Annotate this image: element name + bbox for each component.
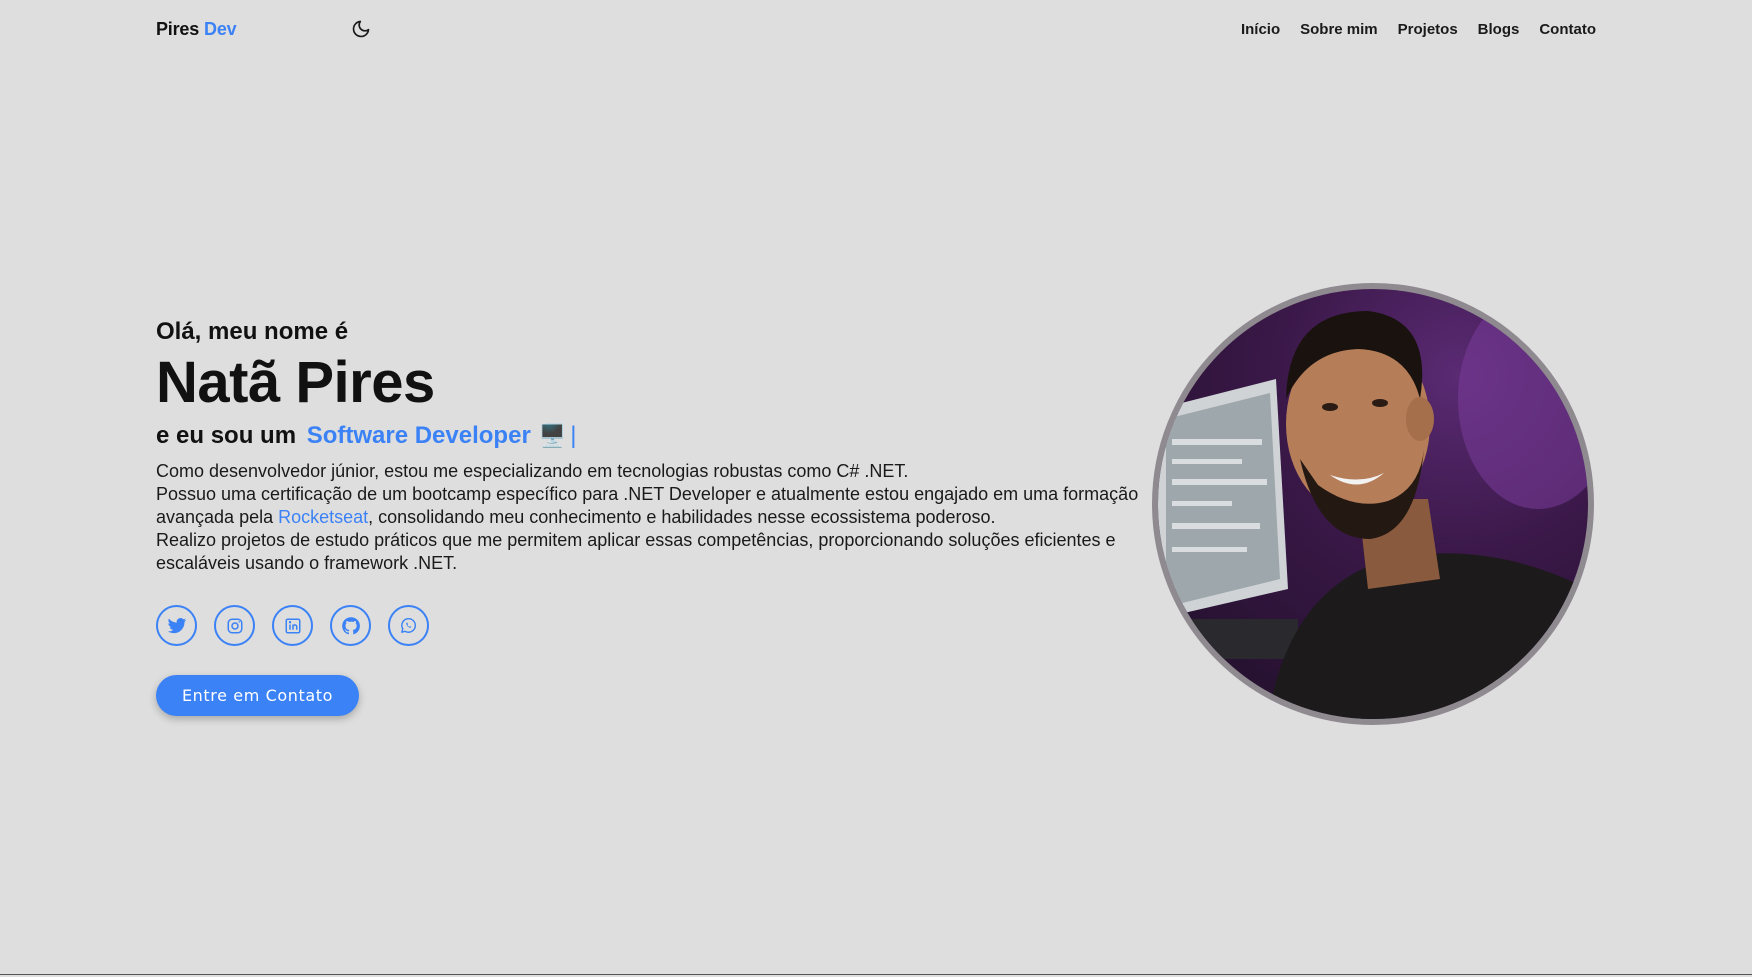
nav-item-blogs[interactable]: Blogs	[1478, 21, 1520, 38]
linkedin-link[interactable]	[272, 605, 313, 646]
typing-cursor: |	[570, 422, 577, 449]
github-link[interactable]	[330, 605, 371, 646]
logo-accent: Dev	[204, 18, 237, 39]
nav-item-sobre-mim[interactable]: Sobre mim	[1300, 21, 1378, 38]
header: Pires Dev Início Sobre mim Projetos Blogs…	[156, 0, 1596, 58]
social-links	[156, 605, 1146, 646]
whatsapp-icon	[401, 618, 416, 633]
description: Como desenvolvedor júnior, estou me espe…	[156, 460, 1146, 575]
hero-intro: Olá, meu nome é Natã Pires e eu sou um S…	[156, 316, 1146, 716]
logo[interactable]: Pires Dev	[156, 18, 237, 40]
page: Pires Dev Início Sobre mim Projetos Blogs…	[0, 0, 1752, 977]
moon-icon	[352, 20, 370, 38]
github-icon	[341, 616, 360, 634]
monitor-icon: 🖥️	[538, 423, 567, 448]
linkedin-icon	[285, 618, 300, 633]
nav-item-contato[interactable]: Contato	[1539, 21, 1596, 38]
description-paragraph-1: Como desenvolvedor júnior, estou me espe…	[156, 461, 909, 481]
theme-toggle-button[interactable]	[348, 16, 374, 42]
instagram-icon	[227, 618, 242, 633]
role-prefix: e eu sou um	[156, 422, 297, 449]
whatsapp-link[interactable]	[388, 605, 429, 646]
rocketseat-link[interactable]: Rocketseat	[278, 507, 368, 527]
nav-item-inicio[interactable]: Início	[1241, 21, 1280, 38]
role-text: Software Developer	[306, 422, 531, 449]
main-nav: Início Sobre mim Projetos Blogs Contato	[1241, 0, 1596, 58]
hero-name: Natã Pires	[156, 350, 435, 415]
instagram-link[interactable]	[214, 605, 255, 646]
role-line: e eu sou um Software Developer 🖥️ |	[156, 418, 1146, 454]
description-paragraph-2: Possuo uma certificação de um bootcamp e…	[156, 483, 1146, 529]
profile-photo	[1152, 283, 1594, 725]
nav-item-projetos[interactable]: Projetos	[1398, 21, 1458, 38]
greeting: Olá, meu nome é	[156, 318, 349, 345]
twitter-icon	[167, 617, 186, 633]
description-text: , consolidando meu conhecimento e habili…	[368, 507, 996, 527]
logo-name: Pires	[156, 18, 200, 39]
contact-button[interactable]: Entre em Contato	[156, 675, 359, 716]
page-divider	[0, 974, 1752, 975]
profile-photo-illustration	[1158, 289, 1588, 719]
description-paragraph-3: Realizo projetos de estudo práticos que …	[156, 530, 1116, 573]
twitter-link[interactable]	[156, 605, 197, 646]
